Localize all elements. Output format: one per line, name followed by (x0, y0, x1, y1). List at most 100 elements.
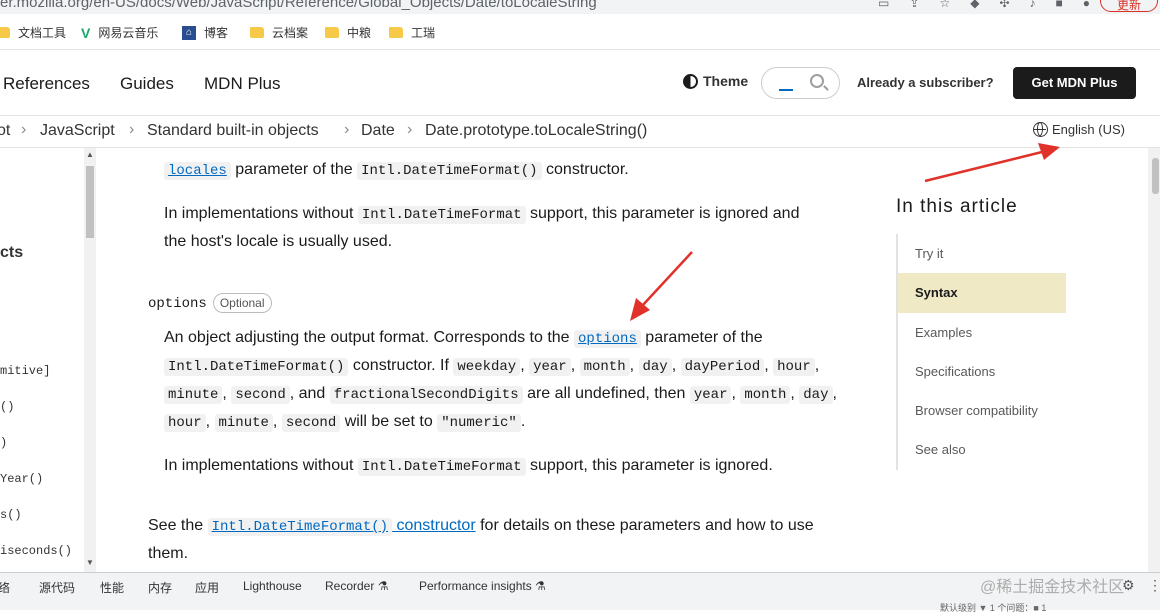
devtools-tab-application[interactable]: 应用 (195, 579, 219, 596)
toc-item-try-it[interactable]: Try it (898, 234, 1066, 273)
sidebar-scrollbar-thumb[interactable] (86, 166, 94, 238)
share-icon[interactable]: ⇪ (909, 0, 919, 10)
sidebar-item[interactable]: iseconds() (0, 544, 72, 558)
sidebar-item[interactable]: s() (0, 508, 22, 522)
breadcrumb-item[interactable]: ot (0, 122, 10, 140)
scroll-up-icon[interactable]: ▲ (86, 150, 94, 159)
music-icon[interactable]: ♪ (1030, 0, 1036, 10)
star-icon[interactable]: ☆ (939, 0, 950, 10)
devtools-tab-recorder[interactable]: Recorder ⚗ (325, 579, 388, 593)
netease-music-icon: V (81, 24, 91, 41)
url-text[interactable]: er.mozilla.org/en-US/docs/Web/JavaScript… (0, 0, 597, 11)
main-content: locales parameter of the Intl.DateTimeFo… (98, 148, 888, 572)
toc-title: In this article (896, 196, 1018, 217)
bookmark-item[interactable]: 文档工具 (0, 24, 66, 41)
options-description-line1: An object adjusting the output format. C… (164, 329, 763, 348)
paragraph-options-fallback: In implementations without Intl.DateTime… (164, 457, 773, 476)
blog-icon: ⌂ (182, 25, 196, 40)
nav-guides[interactable]: Guides (120, 74, 174, 94)
chevron-right-icon: › (344, 121, 350, 138)
console-status: 默认级别 ▼ 1 个问题：■ 1 (940, 603, 1047, 613)
devtools-tab-performance[interactable]: 性能 (100, 579, 124, 596)
globe-icon (1033, 122, 1048, 137)
optional-badge: Optional (212, 293, 272, 313)
nav-references[interactable]: References (3, 74, 90, 94)
options-description-line4: hour, minute, second will be set to "num… (164, 408, 525, 437)
sidebar-heading: cts (0, 244, 24, 261)
annotation-arrow (924, 143, 1060, 183)
devtools-tab-performance-insights[interactable]: Performance insights ⚗ (419, 579, 546, 593)
paragraph-see-the-line2: them. (148, 545, 189, 562)
tab-icon[interactable]: ▭ (878, 0, 889, 10)
devtools-tab-sources[interactable]: 源代码 (39, 579, 75, 596)
breadcrumb-current: Date.prototype.toLocaleString() (425, 122, 648, 139)
options-term: options Optional (148, 289, 272, 318)
scroll-down-icon[interactable]: ▼ (86, 558, 94, 567)
profile-icon[interactable]: ● (1083, 0, 1090, 10)
page-scrollbar-thumb[interactable] (1152, 158, 1159, 194)
theme-icon (683, 73, 698, 89)
get-mdn-plus-button[interactable]: Get MDN Plus (1013, 67, 1136, 99)
toc-item-specifications[interactable]: Specifications (898, 352, 1066, 391)
breadcrumb-item[interactable]: Date (361, 122, 395, 140)
folder-icon (389, 27, 403, 38)
breadcrumb-item[interactable]: JavaScript (40, 122, 115, 140)
site-header: References Guides MDN Plus Theme Already… (0, 50, 1160, 116)
chevron-right-icon: › (129, 121, 135, 138)
window-icon[interactable]: ■ (1056, 0, 1063, 10)
sidebar: cts mitive] () ) Year() s() iseconds() ▲… (0, 148, 98, 572)
theme-switcher[interactable]: Theme (683, 73, 748, 89)
theme-label: Theme (703, 73, 749, 89)
sidebar-item[interactable]: Year() (0, 472, 43, 486)
bookmark-item[interactable]: ⌂ 博客 (182, 24, 228, 41)
locales-link[interactable]: locales (164, 161, 231, 180)
subscriber-login-link[interactable]: Already a subscriber? (857, 75, 994, 90)
toc-item-see-also[interactable]: See also (898, 430, 1066, 469)
browser-toolbar-icons: ▭ ⇪ ☆ ◆ ✣ ♪ ■ ● (878, 0, 1090, 10)
paragraph-locales: locales parameter of the Intl.DateTimeFo… (164, 156, 629, 185)
options-link[interactable]: options (574, 329, 641, 348)
address-bar[interactable]: er.mozilla.org/en-US/docs/Web/JavaScript… (0, 0, 1160, 14)
puzzle-icon[interactable]: ✣ (999, 0, 1009, 10)
language-switcher[interactable]: English (US) (1033, 122, 1125, 137)
bookmark-item[interactable]: 工瑞 (389, 24, 435, 41)
search-icon[interactable] (810, 74, 824, 88)
watermark: @稀土掘金技术社区 (980, 579, 1125, 596)
extension-icon[interactable]: ◆ (970, 0, 979, 10)
sidebar-item[interactable]: mitive] (0, 364, 50, 378)
toc-item-examples[interactable]: Examples (898, 313, 1066, 352)
devtools-panel: 络 源代码 性能 内存 应用 Lighthouse Recorder ⚗ Per… (0, 572, 1160, 613)
page-scrollbar[interactable] (1148, 148, 1160, 572)
devtools-tab-network[interactable]: 络 (0, 579, 10, 596)
devtools-tab-lighthouse[interactable]: Lighthouse (243, 579, 302, 593)
chevron-right-icon: › (21, 121, 27, 138)
table-of-contents: Try it Syntax Examples Specifications Br… (896, 234, 1066, 470)
language-label: English (US) (1052, 122, 1125, 137)
sidebar-item[interactable]: ) (0, 436, 7, 450)
options-description-line3: minute, second, and fractionalSecondDigi… (164, 380, 837, 409)
devtools-tab-memory[interactable]: 内存 (148, 579, 172, 596)
nav-mdn-plus[interactable]: MDN Plus (204, 74, 281, 94)
folder-icon (0, 27, 10, 38)
update-button[interactable]: 更新 (1100, 0, 1158, 12)
toc-item-browser-compatibility[interactable]: Browser compatibility (898, 391, 1066, 430)
paragraph-locale-fallback: In implementations without Intl.DateTime… (164, 205, 800, 224)
sidebar-item[interactable]: () (0, 400, 14, 414)
paragraph-locale-fallback-line2: the host's locale is usually used. (164, 233, 393, 250)
search-input[interactable] (761, 67, 840, 99)
bookmark-item[interactable]: 中粮 (325, 24, 371, 41)
kebab-menu-icon[interactable]: ⋮ (1148, 577, 1160, 594)
chevron-right-icon: › (407, 121, 413, 138)
bookmark-item[interactable]: V 网易云音乐 (81, 24, 158, 41)
search-caret (779, 89, 793, 91)
gear-icon[interactable]: ⚙ (1122, 577, 1135, 594)
datetimeformat-constructor-link[interactable]: Intl.DateTimeFormat() constructor (207, 517, 476, 536)
bookmarks-bar: 文档工具 V 网易云音乐 ⌂ 博客 云档案 中粮 工瑞 (0, 14, 1160, 50)
options-description-line2: Intl.DateTimeFormat() constructor. If we… (164, 352, 819, 381)
folder-icon (325, 27, 339, 38)
bookmark-item[interactable]: 云档案 (250, 24, 308, 41)
breadcrumb-item[interactable]: Standard built-in objects (147, 122, 319, 140)
paragraph-see-the: See the Intl.DateTimeFormat() constructo… (148, 517, 814, 536)
toc-item-syntax[interactable]: Syntax (898, 273, 1066, 313)
breadcrumb: ot › JavaScript › Standard built-in obje… (0, 116, 1160, 148)
